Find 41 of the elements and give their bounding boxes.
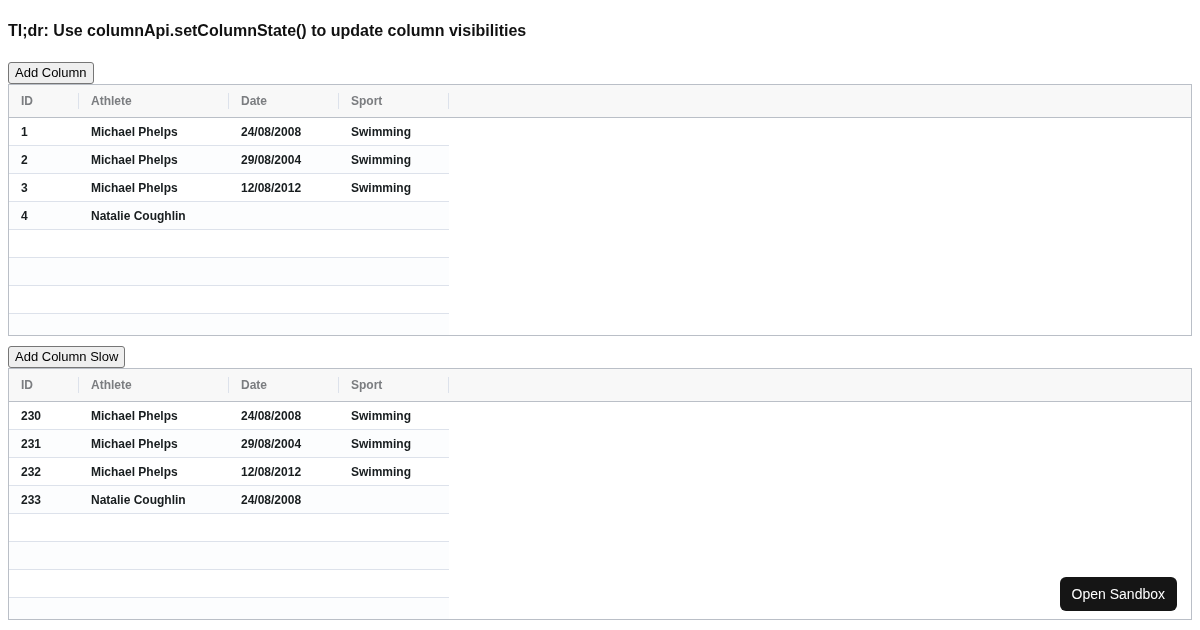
table-cell-text: 231 <box>20 435 42 453</box>
table-cell-text: 24/08/2008 <box>240 123 302 141</box>
column-header[interactable]: Sport <box>339 376 383 394</box>
table-cell-text: Michael Phelps <box>90 435 178 453</box>
table-cell-text: Swimming <box>350 407 411 425</box>
table-cell-text: Swimming <box>350 123 411 141</box>
table-cell-text: 12/08/2012 <box>240 179 302 197</box>
table-cell-text: 12/08/2012 <box>240 463 302 481</box>
table-cell-text: 1 <box>20 123 28 141</box>
column-header[interactable]: Date <box>229 376 267 394</box>
column-header[interactable]: Athlete <box>79 92 132 110</box>
table-cell-text: 233 <box>20 491 42 509</box>
column-header[interactable]: ID <box>9 92 33 110</box>
table-cell-text: Michael Phelps <box>90 151 178 169</box>
table-cell-text: 232 <box>20 463 42 481</box>
table-cell-text: 4 <box>20 207 28 225</box>
table-cell-text: 24/08/2008 <box>240 491 302 509</box>
add-column-button[interactable]: Add Column <box>8 62 94 84</box>
table-cell-text: Swimming <box>350 151 411 169</box>
table-cell-text: Michael Phelps <box>90 407 178 425</box>
table-cell-text: Michael Phelps <box>90 463 178 481</box>
table-cell-text: Swimming <box>350 463 411 481</box>
table-cell-text: Michael Phelps <box>90 179 178 197</box>
table-cell-text: Michael Phelps <box>90 123 178 141</box>
add-column-button[interactable]: Add Column Slow <box>8 346 126 368</box>
table-cell-text: Natalie Coughlin <box>90 491 186 509</box>
column-header[interactable]: ID <box>9 376 33 394</box>
column-header[interactable]: Sport <box>339 92 383 110</box>
table-cell-text: 29/08/2004 <box>240 151 302 169</box>
table-cell-text: 24/08/2008 <box>240 407 302 425</box>
table-cell-text: Natalie Coughlin <box>90 207 186 225</box>
table-cell-text: Swimming <box>350 435 411 453</box>
table-cell-text: 2 <box>20 151 28 169</box>
open-sandbox-button[interactable]: Open Sandbox <box>1059 577 1177 611</box>
table-cell-text: Swimming <box>350 179 411 197</box>
column-header[interactable]: Date <box>229 92 267 110</box>
table-cell-text: 29/08/2004 <box>240 435 302 453</box>
table-cell-text: 3 <box>20 179 28 197</box>
column-header[interactable]: Athlete <box>79 376 132 394</box>
table-cell-text: 230 <box>20 407 42 425</box>
page-heading: Tl;dr: Use columnApi.setColumnState() to update column visibilities <box>8 21 528 41</box>
